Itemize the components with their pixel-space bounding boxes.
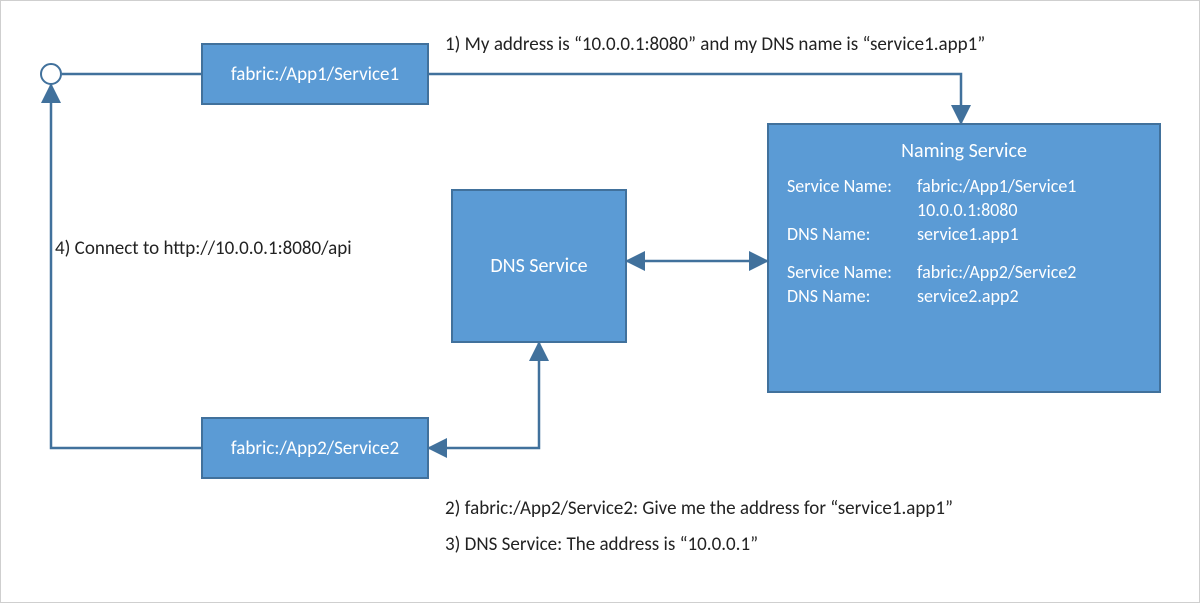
start-node-circle: [40, 63, 62, 85]
naming-row-value: service2.app2: [917, 285, 1141, 307]
naming-row-value: fabric:/App1/Service1: [917, 175, 1141, 197]
service1-box: fabric:/App1/Service1: [201, 43, 429, 105]
annotation-step3: 3) DNS Service: The address is “10.0.0.1…: [445, 533, 758, 556]
annotation-step2: 2) fabric:/App2/Service2: Give me the ad…: [445, 497, 953, 520]
edge-service2-to-start: [51, 85, 201, 448]
service2-box: fabric:/App2/Service2: [201, 417, 429, 479]
service1-label: fabric:/App1/Service1: [231, 63, 399, 86]
naming-row-label: DNS Name:: [787, 223, 917, 245]
naming-row: Service Name: fabric:/App1/Service1: [787, 175, 1141, 197]
naming-row: 10.0.0.1:8080: [787, 199, 1141, 221]
naming-row-label: DNS Name:: [787, 285, 917, 307]
naming-service-box: Naming Service Service Name: fabric:/App…: [767, 123, 1161, 393]
annotation-step4: 4) Connect to http://10.0.0.1:8080/api: [55, 237, 352, 260]
naming-row: DNS Name: service1.app1: [787, 223, 1141, 245]
diagram-canvas: fabric:/App1/Service1 DNS Service Naming…: [0, 0, 1200, 603]
dns-service-box: DNS Service: [451, 189, 627, 343]
naming-row: Service Name: fabric:/App2/Service2: [787, 261, 1141, 283]
naming-row-label: Service Name:: [787, 175, 917, 197]
edge-service2-to-dns: [429, 343, 539, 448]
annotation-step1: 1) My address is “10.0.0.1:8080” and my …: [445, 33, 985, 56]
edge-service1-to-naming: [429, 74, 961, 123]
naming-row-value: fabric:/App2/Service2: [917, 261, 1141, 283]
naming-service-title: Naming Service: [787, 139, 1141, 163]
naming-row: DNS Name: service2.app2: [787, 285, 1141, 307]
naming-row-value: 10.0.0.1:8080: [917, 199, 1141, 221]
dns-service-label: DNS Service: [490, 254, 587, 278]
service2-label: fabric:/App2/Service2: [231, 437, 399, 460]
naming-row-label: Service Name:: [787, 261, 917, 283]
naming-row-label: [787, 199, 917, 221]
naming-row-value: service1.app1: [917, 223, 1141, 245]
